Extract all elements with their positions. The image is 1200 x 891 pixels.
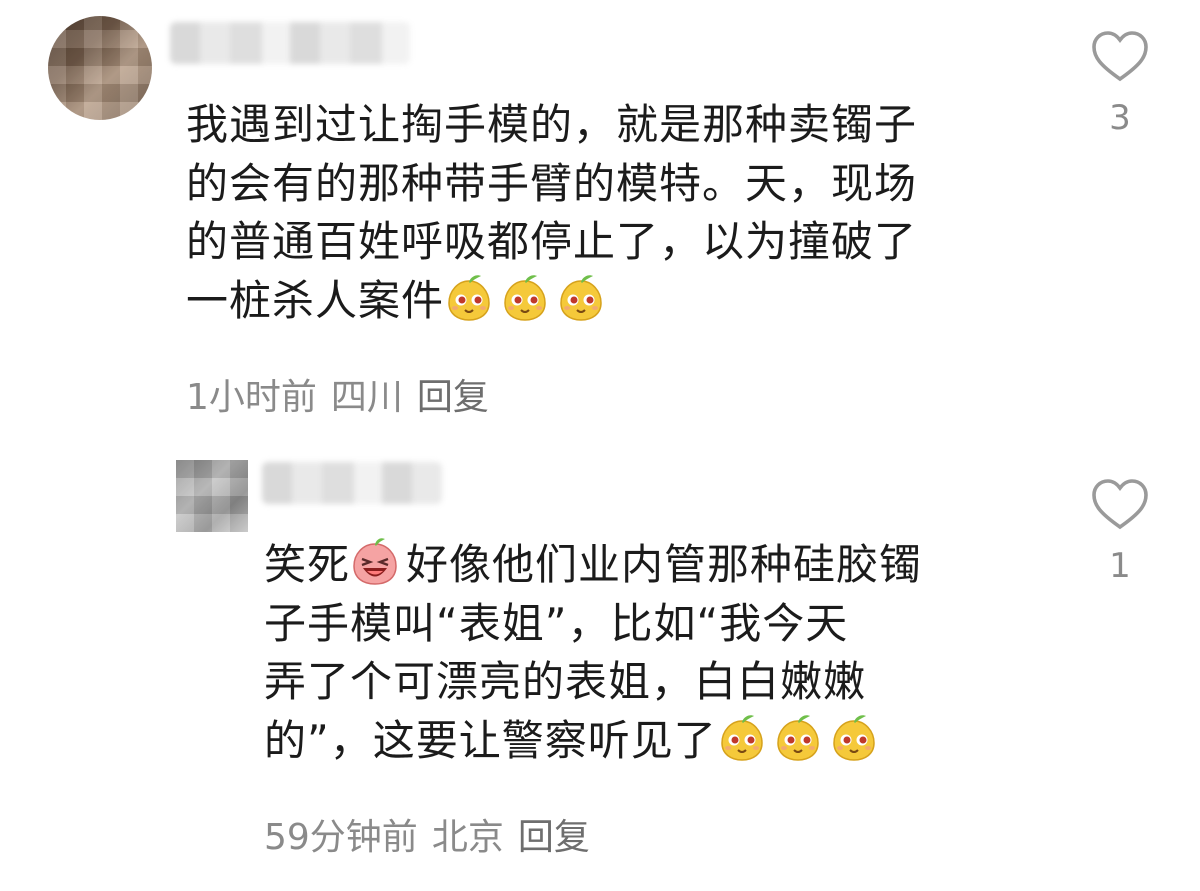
smug-mango-emoji-icon bbox=[720, 713, 763, 761]
smug-mango-emoji-icon bbox=[832, 713, 875, 761]
smug-mango-emoji-icon bbox=[448, 273, 491, 321]
smug-mango-emoji-icon bbox=[776, 713, 819, 761]
comment-time: 1小时前 bbox=[186, 377, 317, 418]
like-count: 3 bbox=[1109, 98, 1131, 138]
comment-time: 59分钟前 bbox=[264, 817, 418, 858]
comment-meta: 1小时前 四川 回复 bbox=[186, 368, 489, 420]
commenter-avatar[interactable] bbox=[48, 16, 152, 120]
comment-line-text: 笑死 bbox=[264, 540, 351, 589]
comment-line: 的普通百姓呼吸都停止了，以为撞破了 bbox=[186, 217, 918, 266]
comment-line: 我遇到过让掏手模的，就是那种卖镯子 bbox=[186, 100, 918, 149]
comment-line-text: 的”，这要让警察听见了 bbox=[264, 715, 717, 765]
commenter-name-blurred[interactable] bbox=[262, 462, 442, 504]
comment-location: 四川 bbox=[330, 377, 403, 418]
comment-meta: 59分钟前 北京 回复 bbox=[264, 808, 590, 860]
comment-body: 我遇到过让掏手模的，就是那种卖镯子 的会有的那种带手臂的模特。天，现场 的普通百… bbox=[186, 96, 1046, 330]
like-button[interactable]: 1 bbox=[1090, 476, 1150, 586]
comment-line: 的会有的那种带手臂的模特。天，现场 bbox=[186, 158, 918, 208]
laughing-emoji-icon bbox=[352, 537, 398, 586]
commenter-avatar[interactable] bbox=[176, 460, 248, 532]
like-count: 1 bbox=[1109, 546, 1131, 586]
comment-line: 子手模叫“表姐”，比如“我今天 bbox=[264, 598, 849, 648]
comment-line-last: 一桩杀人案件 bbox=[186, 272, 1046, 331]
comment-location: 北京 bbox=[431, 817, 504, 858]
comment-line-text: 好像他们业内管那种硅胶镯 bbox=[406, 540, 923, 589]
reply-button[interactable]: 回复 bbox=[518, 817, 590, 858]
comment-line-text: 一桩杀人案件 bbox=[186, 275, 445, 325]
smug-mango-emoji-icon bbox=[560, 273, 603, 321]
reply-comment-body: 笑死 好像他们业内管那种硅胶镯 子手模叫“表姐”，比如“我今天 弄了个可漂亮的表姐… bbox=[264, 536, 1024, 770]
smug-mango-emoji-icon bbox=[504, 273, 547, 321]
reply-button[interactable]: 回复 bbox=[417, 377, 489, 418]
comment-line-first: 笑死 好像他们业内管那种硅胶镯 bbox=[264, 536, 1024, 595]
commenter-name-blurred[interactable] bbox=[170, 22, 410, 64]
heart-icon[interactable] bbox=[1090, 476, 1150, 532]
comment-line-last: 的”，这要让警察听见了 bbox=[264, 712, 1024, 771]
like-button[interactable]: 3 bbox=[1090, 28, 1150, 138]
heart-icon[interactable] bbox=[1090, 28, 1150, 84]
comment-line: 弄了个可漂亮的表姐，白白嫩嫩 bbox=[264, 657, 867, 706]
